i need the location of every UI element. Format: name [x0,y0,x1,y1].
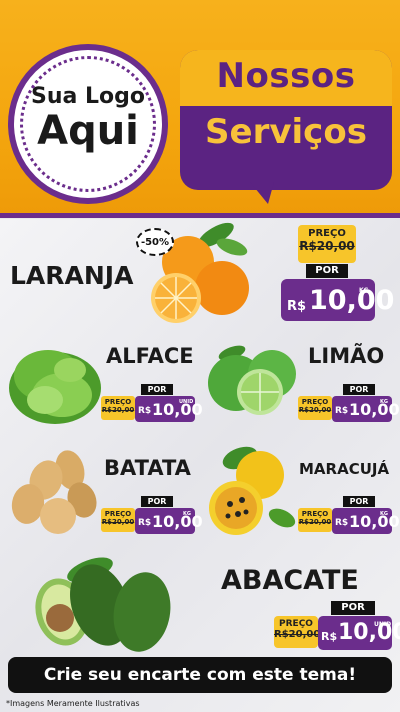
old-price-value: R$20,00 [101,406,135,414]
new-price-label: POR [306,264,348,278]
currency-symbol: R$ [335,406,349,416]
price-unit: KG [359,287,369,294]
new-price-box: R$ 10,00 KG [332,508,400,534]
potato-image [11,450,97,534]
discount-badge: -50% [136,228,174,256]
old-price-value: R$20,00 [298,518,332,526]
product-name-alface: ALFACE [106,344,194,368]
lime-image [208,345,296,415]
avocado-image [35,557,171,652]
old-price-value: R$20,00 [299,239,355,253]
old-price-label: PREÇO [104,510,132,518]
currency-symbol: R$ [321,630,338,643]
new-price-value: 10,00 [152,512,203,531]
new-price-box: R$ 10,00 UNID [318,616,400,650]
old-price-value: R$20,00 [298,406,332,414]
product-name-maracuja: MARACUJÁ [299,460,390,478]
new-price-label: POR [343,496,375,507]
price-unit: KG [380,511,388,517]
new-price-box: R$ 10,00 KG [332,396,400,422]
passion-fruit-image [209,446,296,535]
old-price-label: PREÇO [308,228,346,239]
old-price-box: PREÇO R$20,00 [298,508,332,532]
new-price-label: POR [141,384,173,395]
product-name-laranja: LARANJA [10,261,134,290]
old-price-label: PREÇO [301,398,329,406]
cta-banner[interactable]: Crie seu encarte com este tema! [8,657,392,693]
new-price-value: 10,00 [309,285,395,316]
currency-symbol: R$ [138,406,152,416]
old-price-label: PREÇO [279,619,313,629]
new-price-label: POR [141,496,173,507]
new-price-label: POR [331,601,375,615]
old-price-label: PREÇO [104,398,132,406]
old-price-value: R$20,00 [101,518,135,526]
price-unit: KG [183,511,191,517]
old-price-box: PREÇO R$20,00 [274,616,321,648]
new-price-label: POR [343,384,375,395]
disclaimer-note: *Imagens Meramente Ilustrativas [6,699,140,708]
old-price-value: R$20,00 [274,629,321,640]
old-price-box: PREÇO R$20,00 [101,396,135,420]
price-unit: KG [380,399,388,405]
old-price-label: PREÇO [301,510,329,518]
old-price-box: PREÇO R$20,00 [101,508,135,532]
price-unit: UNID [374,621,392,628]
currency-symbol: R$ [138,518,152,528]
new-price-box: R$ 10,00 KG [135,508,203,534]
product-name-abacate: ABACATE [221,565,359,596]
product-name-batata: BATATA [104,456,191,480]
currency-symbol: R$ [335,518,349,528]
product-name-limao: LIMÃO [308,344,385,368]
new-price-value: 10,00 [349,512,400,531]
new-price-value: 10,00 [349,400,400,419]
new-price-box: R$ 10,00 UNID [135,396,203,422]
lettuce-image [9,350,101,424]
new-price-value: 10,00 [152,400,203,419]
currency-symbol: R$ [287,299,307,314]
new-price-box: R$ 10,00 KG [281,279,394,321]
old-price-box: PREÇO R$20,00 [298,225,356,263]
price-unit: UNID [179,399,194,405]
old-price-box: PREÇO R$20,00 [298,396,332,420]
